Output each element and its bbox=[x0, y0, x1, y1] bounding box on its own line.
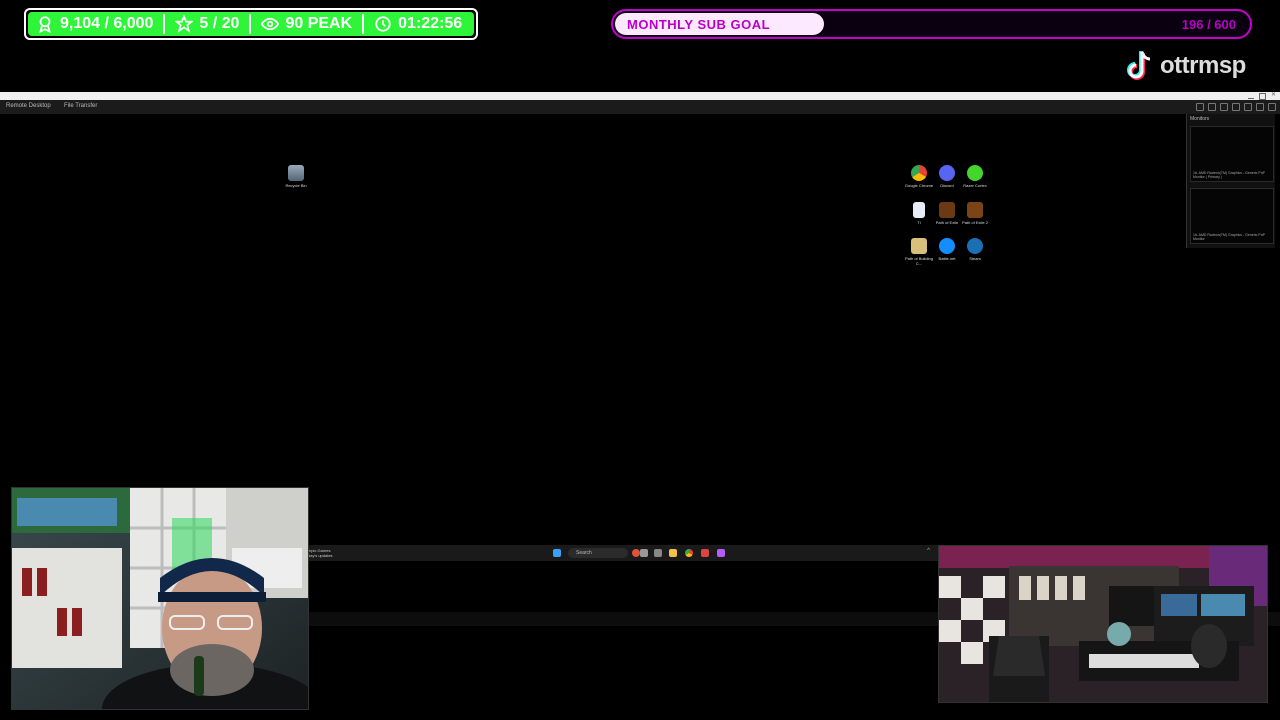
close-button[interactable]: ✕ bbox=[1271, 92, 1276, 98]
search-label: Search bbox=[576, 550, 592, 556]
viewers-stat: 90 PEAK bbox=[261, 15, 352, 33]
steam-icon bbox=[967, 238, 983, 254]
monitor-thumbnail-primary[interactable]: 1#. AMD Radeon(TM) Graphics - Generic Pn… bbox=[1190, 126, 1274, 182]
star-icon bbox=[175, 15, 194, 33]
divider bbox=[362, 14, 365, 34]
desktop-icon-battlenet[interactable]: Battle.net bbox=[932, 238, 962, 261]
divider bbox=[163, 14, 166, 34]
desktop-icon-label: Path of Exile 2 bbox=[962, 220, 988, 225]
desktop-icon-label: Recycle Bin bbox=[285, 183, 307, 188]
uptime-value: 01:22:56 bbox=[398, 15, 463, 32]
followers-stat: 9,104 / 6,000 bbox=[36, 15, 153, 33]
task-view-icon[interactable] bbox=[654, 549, 662, 557]
pob-icon bbox=[911, 238, 927, 254]
app-icon[interactable] bbox=[632, 549, 640, 557]
chat-icon[interactable] bbox=[1232, 103, 1240, 111]
desktop-icon-poe2[interactable]: Path of Exile 2 bbox=[960, 202, 990, 225]
taskbar-search[interactable]: Search bbox=[568, 548, 628, 558]
desktop-icon-file[interactable]: TI bbox=[904, 202, 934, 225]
minimize-button[interactable] bbox=[1248, 93, 1254, 99]
file-icon bbox=[913, 202, 925, 218]
desktop-icon-poe[interactable]: Path of Exile bbox=[932, 202, 962, 225]
desktop-icon-label: Battle.net bbox=[938, 256, 956, 261]
monitor-thumbnail-secondary[interactable]: 1#. AMD Radeon(TM) Graphics - Generic Pn… bbox=[1190, 188, 1274, 244]
eye-icon bbox=[261, 17, 280, 31]
record-icon[interactable] bbox=[1244, 103, 1252, 111]
settings-icon[interactable] bbox=[1196, 103, 1204, 111]
tiktok-icon bbox=[1127, 51, 1151, 80]
viewers-value: 90 PEAK bbox=[285, 15, 353, 32]
app-icon[interactable] bbox=[717, 549, 725, 557]
monitors-header: Monitors bbox=[1190, 116, 1210, 122]
desktop-icon-razer-cortex[interactable]: Razer Cortex bbox=[960, 165, 990, 188]
desktop-icon-recycle-bin[interactable]: Recycle Bin bbox=[281, 165, 311, 188]
taskbar-notification[interactable]: mpic Games day's updates bbox=[308, 548, 333, 558]
desktop-icon-label: Razer Cortex bbox=[963, 183, 987, 188]
sub-goal-label: MONTHLY SUB GOAL bbox=[627, 17, 771, 32]
desktop-icon-steam[interactable]: Steam bbox=[960, 238, 990, 261]
monitor-caption: 1#. AMD Radeon(TM) Graphics - Generic Pn… bbox=[1193, 171, 1265, 179]
remote-desktop-canvas[interactable]: Recycle Bin Google Chrome Discord Razer … bbox=[0, 114, 1186, 544]
maximize-button[interactable] bbox=[1259, 93, 1266, 100]
desktop-icon-label: Path of Building C... bbox=[904, 256, 934, 266]
chevron-up-icon[interactable]: ^ bbox=[927, 548, 930, 554]
chrome-icon bbox=[911, 165, 927, 181]
desktop-icon-label: TI bbox=[917, 220, 921, 225]
windows-taskbar: mpic Games day's updates Search ^ bbox=[306, 545, 938, 561]
battlenet-icon bbox=[939, 238, 955, 254]
desktop-icon-discord[interactable]: Discord bbox=[932, 165, 962, 188]
desktop-icon-label: Path of Exile bbox=[935, 220, 959, 225]
desktop-icon-label: Discord bbox=[940, 183, 954, 188]
monitors-panel: Monitors 1#. AMD Radeon(TM) Graphics - G… bbox=[1186, 114, 1275, 248]
divider bbox=[249, 14, 252, 34]
followers-value: 9,104 / 6,000 bbox=[60, 15, 154, 32]
tiktok-handle: ottrmsp bbox=[1160, 52, 1246, 79]
razer-cortex-icon bbox=[967, 165, 983, 181]
poe-icon bbox=[939, 202, 955, 218]
chrome-icon[interactable] bbox=[685, 549, 693, 557]
monitor-caption: 1#. AMD Radeon(TM) Graphics - Generic Pn… bbox=[1193, 233, 1265, 241]
tab-file-transfer[interactable]: File Transfer bbox=[64, 103, 97, 109]
desktop-icon-chrome[interactable]: Google Chrome bbox=[904, 165, 934, 188]
display-icon[interactable] bbox=[1208, 103, 1216, 111]
subs-value: 5 / 20 bbox=[199, 15, 240, 32]
remote-toolbar: Remote Desktop File Transfer bbox=[0, 100, 1280, 114]
start-icon[interactable] bbox=[553, 549, 561, 557]
desktop-icon-pob[interactable]: Path of Building C... bbox=[904, 238, 934, 266]
folder-icon[interactable] bbox=[669, 549, 677, 557]
remote-window-titlebar[interactable]: ✕ bbox=[0, 92, 1280, 100]
desktop-icon-label: Steam bbox=[969, 256, 981, 261]
webcam-feed-face bbox=[11, 487, 309, 710]
recycle-bin-icon bbox=[288, 165, 304, 181]
subs-stat: 5 / 20 bbox=[175, 15, 239, 33]
webcam-feed-room bbox=[938, 545, 1268, 703]
stream-stats-bar: 9,104 / 6,000 5 / 20 90 PEAK 01:22:56 bbox=[24, 8, 478, 40]
desktop-icon-label: Google Chrome bbox=[904, 183, 934, 188]
toolbar-actions bbox=[1196, 103, 1276, 111]
tiktok-handle-badge: ottrmsp bbox=[1120, 46, 1270, 86]
clock-icon bbox=[375, 16, 391, 32]
notification-subtitle: day's updates bbox=[308, 553, 333, 558]
uptime-stat: 01:22:56 bbox=[374, 15, 462, 33]
fullscreen-icon[interactable] bbox=[1268, 103, 1276, 111]
keyboard-icon[interactable] bbox=[1220, 103, 1228, 111]
app-icon[interactable] bbox=[701, 549, 709, 557]
sub-goal-bar: MONTHLY SUB GOAL 196 / 600 bbox=[611, 9, 1252, 39]
screenshot-icon[interactable] bbox=[1256, 103, 1264, 111]
sub-goal-count: 196 / 600 bbox=[1181, 17, 1236, 32]
discord-icon bbox=[939, 165, 955, 181]
app-icon[interactable] bbox=[640, 549, 648, 557]
tab-remote-desktop[interactable]: Remote Desktop bbox=[6, 103, 51, 109]
award-icon bbox=[39, 16, 51, 33]
poe2-icon bbox=[967, 202, 983, 218]
